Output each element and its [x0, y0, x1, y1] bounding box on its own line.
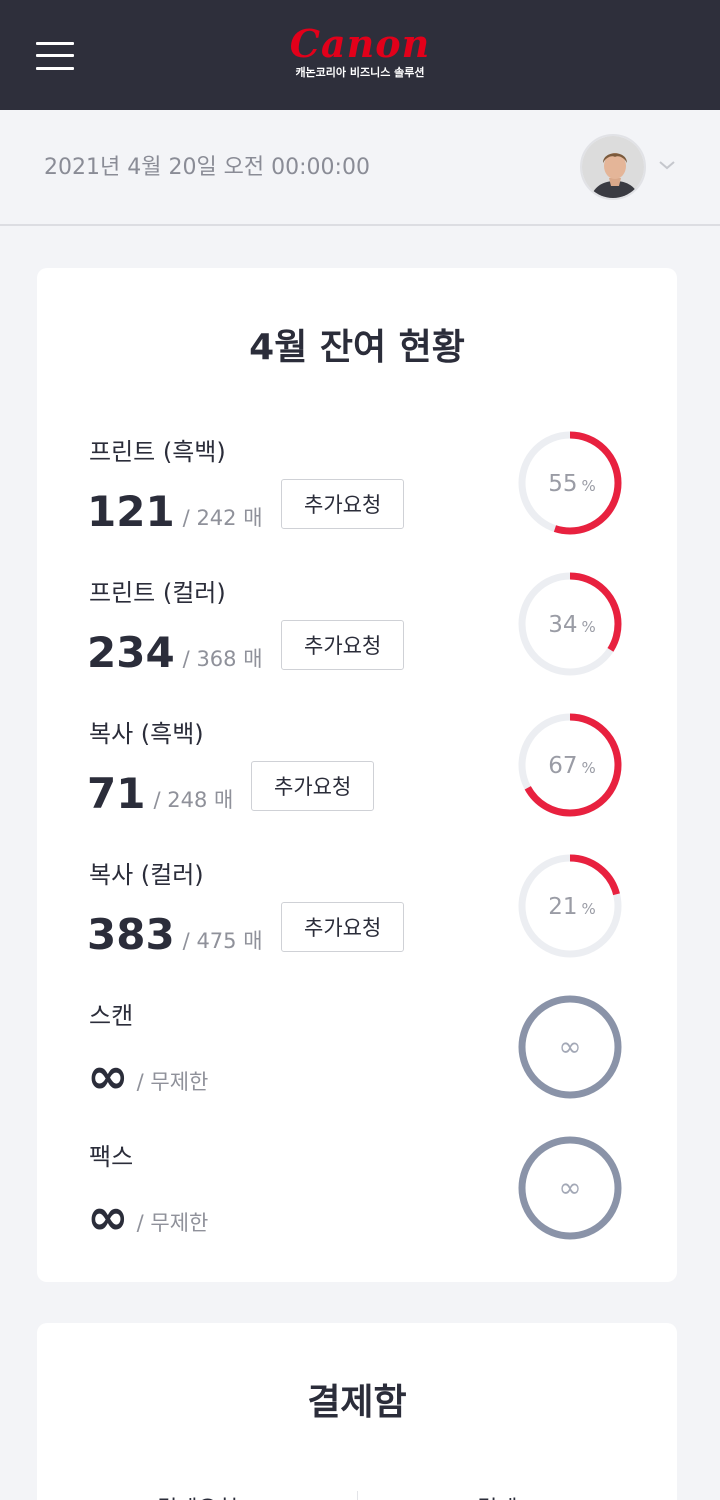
remaining-count: 383	[87, 910, 175, 959]
unlimited-text: / 무제한	[136, 1211, 209, 1235]
column-divider	[357, 1491, 358, 1500]
usage-percent: 55%	[548, 471, 596, 497]
brand-logo[interactable]: Canon 캐논코리아 비즈니스 솔루션	[260, 22, 460, 80]
usage-row-print-bw: 프린트 (흑백) 121 / 242 매 추가요청 55%	[37, 431, 677, 556]
current-datetime: 2021년 4월 20일 오전 00:00:00	[44, 155, 370, 180]
usage-value: ∞ / 무제한	[87, 1185, 209, 1246]
usage-label: 프린트 (흑백)	[89, 438, 226, 466]
usage-row-print-color: 프린트 (컬러) 234 / 368 매 추가요청 34%	[37, 572, 677, 697]
unlimited-ring: ∞	[518, 995, 622, 1099]
infinity-icon: ∞	[87, 1047, 129, 1105]
menu-icon[interactable]	[36, 42, 74, 70]
usage-row-fax: 팩스 ∞ / 무제한 ∞	[37, 1136, 677, 1261]
total-count: / 368 매	[182, 647, 263, 671]
usage-percent: 67%	[548, 753, 596, 779]
unlimited-text: / 무제한	[136, 1070, 209, 1094]
usage-ring: 55%	[518, 431, 622, 535]
request-more-button[interactable]: 추가요청	[281, 620, 405, 670]
payment-request-tab[interactable]: 결제요청	[157, 1491, 238, 1500]
usage-percent: 34%	[548, 612, 596, 638]
infinity-icon: ∞	[87, 1188, 129, 1246]
payment-tab[interactable]: 결제	[477, 1491, 517, 1500]
usage-summary-card: 4월 잔여 현황 프린트 (흑백) 121 / 242 매 추가요청 55% 프…	[37, 268, 677, 1282]
infinity-icon: ∞	[558, 1171, 581, 1204]
usage-row-copy-bw: 복사 (흑백) 71 / 248 매 추가요청 67%	[37, 713, 677, 838]
brand-subtitle: 캐논코리아 비즈니스 솔루션	[295, 66, 425, 79]
usage-value: 71 / 248 매	[87, 762, 233, 818]
usage-label: 복사 (컬러)	[89, 861, 204, 889]
total-count: / 475 매	[182, 929, 263, 953]
usage-value: 234 / 368 매	[87, 621, 263, 677]
card-title: 4월 잔여 현황	[249, 327, 465, 368]
usage-percent: 21%	[548, 894, 596, 920]
usage-ring: 21%	[518, 854, 622, 958]
usage-label: 팩스	[89, 1143, 134, 1171]
request-more-button[interactable]: 추가요청	[281, 902, 405, 952]
brand-wordmark: Canon	[289, 21, 431, 66]
remaining-count: 234	[87, 628, 175, 677]
card-title: 결제함	[307, 1382, 407, 1423]
usage-value: 383 / 475 매	[87, 903, 263, 959]
usage-ring: 67%	[518, 713, 622, 817]
usage-label: 스캔	[89, 1002, 134, 1030]
request-more-button[interactable]: 추가요청	[251, 761, 375, 811]
chevron-down-icon[interactable]	[657, 157, 677, 171]
infinity-icon: ∞	[558, 1030, 581, 1063]
usage-label: 복사 (흑백)	[89, 720, 204, 748]
usage-value: 121 / 242 매	[87, 480, 263, 536]
total-count: / 248 매	[153, 788, 234, 812]
avatar[interactable]	[580, 134, 646, 200]
total-count: / 242 매	[182, 506, 263, 530]
payment-box-card: 결제함 결제요청 결제	[37, 1323, 677, 1500]
date-bar: 2021년 4월 20일 오전 00:00:00	[0, 110, 720, 226]
unlimited-ring: ∞	[518, 1136, 622, 1240]
request-more-button[interactable]: 추가요청	[281, 479, 405, 529]
usage-row-copy-color: 복사 (컬러) 383 / 475 매 추가요청 21%	[37, 854, 677, 979]
app-header: Canon 캐논코리아 비즈니스 솔루션	[0, 0, 720, 110]
usage-label: 프린트 (컬러)	[89, 579, 226, 607]
usage-row-scan: 스캔 ∞ / 무제한 ∞	[37, 995, 677, 1120]
remaining-count: 121	[87, 487, 175, 536]
usage-ring: 34%	[518, 572, 622, 676]
usage-value: ∞ / 무제한	[87, 1044, 209, 1105]
remaining-count: 71	[87, 769, 146, 818]
